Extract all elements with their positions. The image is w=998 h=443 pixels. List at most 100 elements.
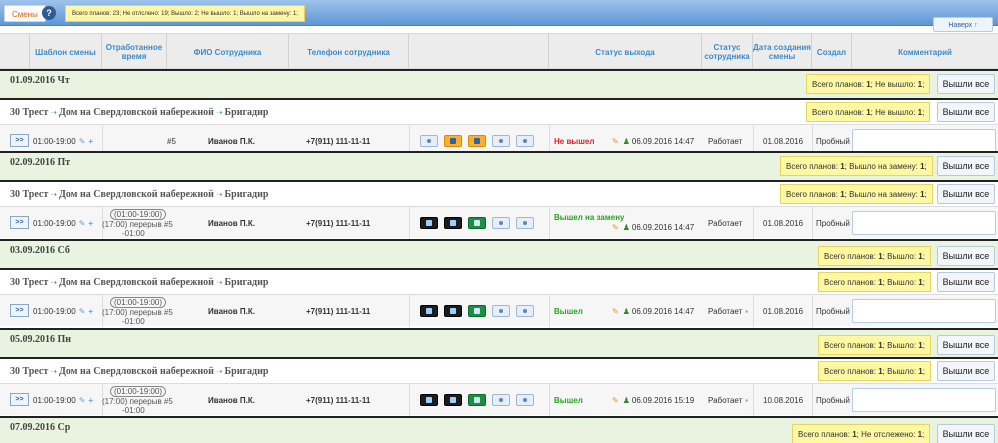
edit-icon[interactable]: ✎: [79, 307, 86, 316]
created-by: Пробный: [816, 395, 850, 405]
help-icon[interactable]: ?: [42, 6, 56, 20]
employee-phone: +7(911) 111-11-11: [306, 395, 371, 405]
action-icon[interactable]: [516, 305, 534, 317]
group-label: 30 Трест ➝ Дом на Свердловской набережной ➝…: [10, 107, 269, 118]
action-icon[interactable]: [516, 394, 534, 406]
action-icon[interactable]: [492, 305, 510, 317]
add-icon[interactable]: +: [88, 396, 93, 405]
action-icon[interactable]: [492, 135, 510, 147]
edit-icon[interactable]: ✎: [79, 396, 86, 405]
date-row: 05.09.2016 Пн Всего планов: 1; Вышло: 1;…: [0, 328, 998, 357]
pencil-icon[interactable]: ✎: [612, 223, 619, 232]
status-label: Вышел: [554, 395, 583, 405]
date-label: 05.09.2016 Пн: [10, 334, 72, 345]
date-summary-badge: Всего планов: 1; Вышло на замену: 1;: [780, 156, 933, 176]
status-timestamp: ✎ ♟ 06.09.2016 14:47: [612, 306, 695, 316]
replace-icon[interactable]: [468, 217, 486, 229]
shift-row: >> 01:00-19:00 ✎ + (01:00-19:00) (17:00) п…: [0, 206, 998, 239]
pencil-icon[interactable]: ✎: [612, 137, 619, 146]
action-buttons: [420, 207, 540, 239]
all-came-button[interactable]: Вышли все: [937, 335, 995, 355]
all-came-button[interactable]: Вышли все: [937, 102, 995, 122]
came-icon[interactable]: [444, 394, 462, 406]
action-buttons: [420, 295, 540, 327]
all-came-button[interactable]: Вышли все: [937, 272, 995, 292]
created-date: 10.08.2016: [763, 395, 804, 405]
add-icon[interactable]: +: [88, 307, 93, 316]
comment-input[interactable]: [852, 211, 996, 235]
action-icon[interactable]: [420, 135, 438, 147]
action-icon[interactable]: [516, 217, 534, 229]
top-toolbar: Смены ? Всего планов: 23; Не отлслено: 1…: [0, 0, 998, 26]
add-icon[interactable]: +: [88, 219, 93, 228]
group-label: 30 Трест ➝ Дом на Свердловской набережной ➝…: [10, 366, 269, 377]
expand-button[interactable]: >>: [10, 134, 29, 147]
group-label: 30 Трест ➝ Дом на Свердловской набережной ➝…: [10, 189, 269, 200]
group-summary-badge: Всего планов: 1; Вышло: 1;: [818, 361, 931, 381]
expand-button[interactable]: >>: [10, 393, 29, 406]
pencil-icon[interactable]: ✎: [612, 396, 619, 405]
came-icon[interactable]: [444, 217, 462, 229]
action-icon[interactable]: [420, 217, 438, 229]
comment-input[interactable]: [852, 129, 996, 153]
all-came-button[interactable]: Вышли все: [937, 156, 995, 176]
header-fio: ФИО Сотрудника: [167, 34, 289, 70]
all-came-button[interactable]: Вышли все: [937, 246, 995, 266]
employee-status: Работает: [708, 218, 743, 228]
tab-shifts[interactable]: Смены: [4, 5, 46, 22]
group-row: 30 Трест ➝ Дом на Свердловской набережной ➝…: [0, 357, 998, 383]
user-icon: ♟: [622, 136, 630, 146]
date-label: 07.09.2016 Ср: [10, 422, 71, 433]
header-emp-status: Статус сотрудника: [702, 34, 753, 70]
arrow-right-icon: ➝: [215, 190, 223, 199]
overall-summary-badge: Всего планов: 23; Не отлслено: 19; Вышло…: [65, 5, 305, 22]
info-icon[interactable]: ▪: [745, 396, 748, 405]
arrow-right-icon: ➝: [215, 108, 223, 117]
add-icon[interactable]: +: [88, 137, 93, 146]
replace-icon[interactable]: [468, 394, 486, 406]
worked-time: (01:00-19:00) (17:00) перерыв #5 -01:00: [102, 209, 173, 238]
shift-template: 01:00-19:00 ✎ +: [33, 218, 94, 228]
date-label: 02.09.2016 Пт: [10, 157, 71, 168]
header-created-by: Создал: [812, 34, 852, 70]
group-row: 30 Трест ➝ Дом на Свердловской набережной ➝…: [0, 98, 998, 124]
group-summary-badge: Всего планов: 1; Вышло: 1;: [818, 272, 931, 292]
action-icon[interactable]: [420, 394, 438, 406]
info-icon[interactable]: ▪: [745, 307, 748, 316]
employee-status: Работает ▪: [708, 306, 749, 316]
replace-icon[interactable]: [468, 305, 486, 317]
action-buttons: [420, 384, 540, 416]
action-icon[interactable]: [492, 217, 510, 229]
created-date: 01.08.2016: [763, 306, 804, 316]
worked-time: (01:00-19:00) (17:00) перерыв #5 -01:00: [102, 386, 173, 415]
all-came-button[interactable]: Вышли все: [937, 184, 995, 204]
pencil-icon[interactable]: ✎: [612, 307, 619, 316]
all-came-button[interactable]: Вышли все: [937, 74, 995, 94]
arrow-right-icon: ➝: [215, 278, 223, 287]
action-icon[interactable]: [492, 394, 510, 406]
all-came-button[interactable]: Вышли все: [937, 361, 995, 381]
date-row: 02.09.2016 Пт Всего планов: 1; Вышло на …: [0, 151, 998, 180]
scroll-top-button[interactable]: Наверх ↑: [933, 17, 993, 32]
user-icon: ♟: [622, 306, 630, 316]
replace-icon[interactable]: [468, 135, 486, 147]
comment-input[interactable]: [852, 388, 996, 412]
date-row: 03.09.2016 Сб Всего планов: 1; Вышло: 1;…: [0, 239, 998, 268]
came-icon[interactable]: [444, 305, 462, 317]
header-status: Статус выхода: [549, 34, 702, 70]
expand-button[interactable]: >>: [10, 216, 29, 229]
header-actions: [409, 34, 549, 70]
expand-button[interactable]: >>: [10, 304, 29, 317]
employee-name: Иванов П.К.: [208, 306, 255, 316]
action-icon[interactable]: [420, 305, 438, 317]
date-row: 07.09.2016 Ср Всего планов: 1; Не отслеж…: [0, 416, 998, 443]
comment-input[interactable]: [852, 299, 996, 323]
date-summary-badge: Всего планов: 1; Вышло: 1;: [818, 335, 931, 355]
edit-icon[interactable]: ✎: [79, 219, 86, 228]
action-icon[interactable]: [516, 135, 534, 147]
worked-time: (01:00-19:00) (17:00) перерыв #5 -01:00: [102, 297, 173, 326]
all-came-button[interactable]: Вышли все: [937, 424, 995, 443]
date-summary-badge: Всего планов: 1; Не вышло: 1;: [806, 74, 931, 94]
came-icon[interactable]: [444, 135, 462, 147]
edit-icon[interactable]: ✎: [79, 137, 86, 146]
